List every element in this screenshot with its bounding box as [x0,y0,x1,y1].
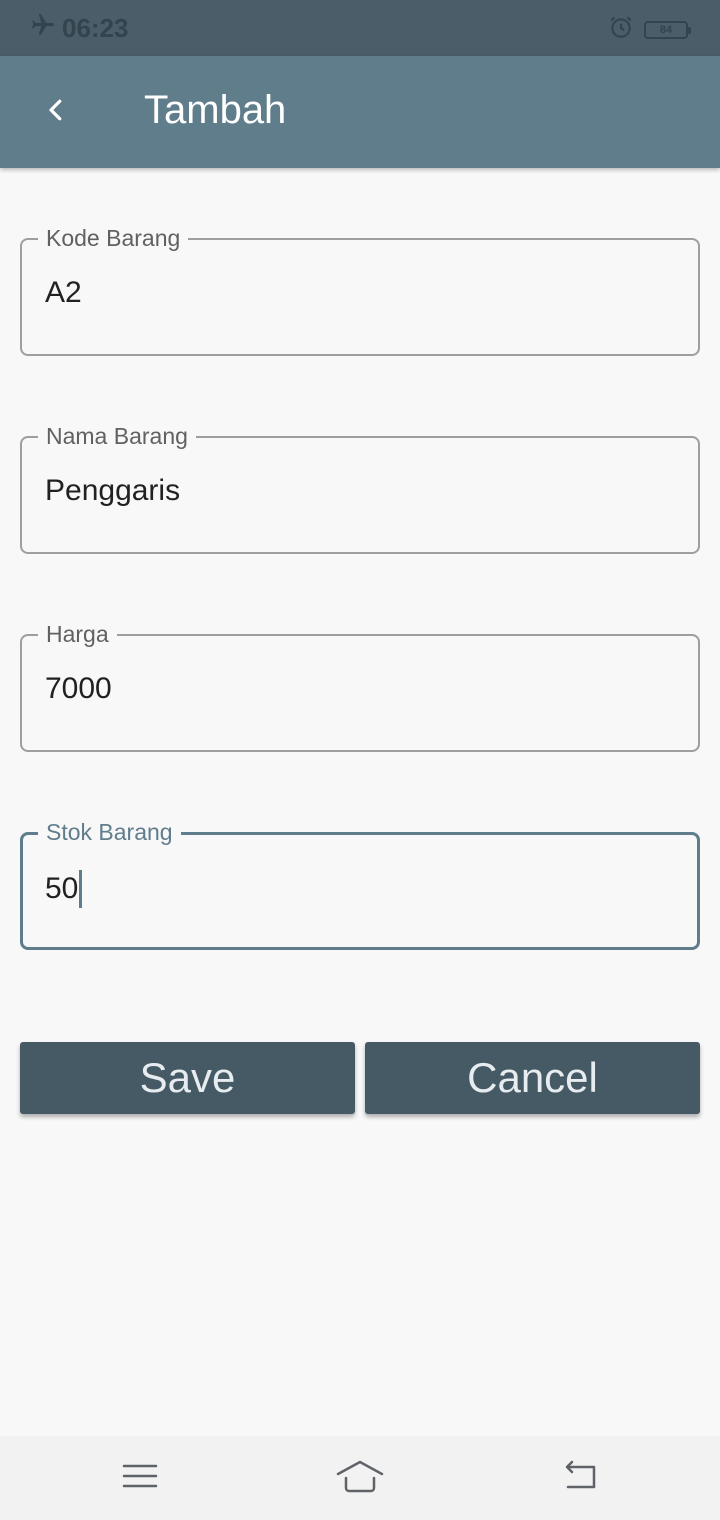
page-title: Tambah [144,88,287,132]
stok-barang-value-wrap: 50 [45,870,83,908]
harga-value: 7000 [45,672,112,705]
menu-icon [120,1461,160,1496]
harga-label: Harga [38,620,117,648]
battery-icon: 84 [644,20,691,39]
app-bar: Tambah [0,56,720,168]
nav-menu-button[interactable] [110,1450,170,1506]
cancel-button[interactable]: Cancel [365,1042,700,1114]
status-right: 84 [608,14,691,45]
stok-barang-value: 50 [45,872,79,905]
alarm-icon [608,14,634,45]
nav-home-button[interactable] [330,1450,390,1506]
screen: 06:23 84 Tambah Kode Barang A2 Nama Bara… [0,0,720,1520]
nav-back-button[interactable] [550,1450,610,1506]
kode-barang-value: A2 [45,276,82,309]
stok-barang-field[interactable]: Stok Barang 50 [20,818,700,950]
stok-barang-label: Stok Barang [38,818,181,846]
system-nav-bar [0,1436,720,1520]
home-icon [334,1456,386,1501]
back-icon [560,1459,600,1498]
chevron-left-icon [41,95,71,130]
nama-barang-value: Penggaris [45,474,181,507]
back-button[interactable] [26,82,86,142]
kode-barang-field[interactable]: Kode Barang A2 [20,224,700,356]
status-bar: 06:23 84 [0,0,720,56]
kode-barang-label: Kode Barang [38,224,189,252]
harga-field[interactable]: Harga 7000 [20,620,700,752]
nama-barang-field[interactable]: Nama Barang Penggaris [20,422,700,554]
text-cursor [79,870,83,908]
status-time: 06:23 [62,13,129,43]
save-button[interactable]: Save [20,1042,355,1114]
battery-level: 84 [659,23,673,36]
airplane-mode-icon [30,12,56,45]
status-left: 06:23 [30,12,129,45]
nama-barang-label: Nama Barang [38,422,196,450]
